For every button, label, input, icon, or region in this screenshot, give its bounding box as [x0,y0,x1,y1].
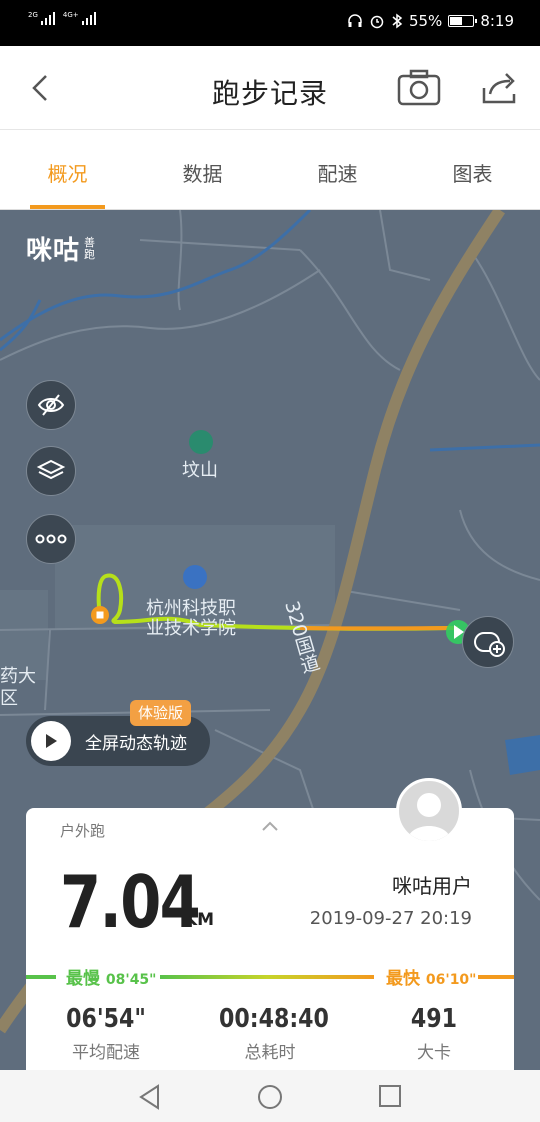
school-icon [183,565,207,589]
slowest-label: 最慢 [66,969,100,989]
distance-unit: KM [184,910,215,930]
more-options-button[interactable] [26,514,76,564]
bluetooth-icon [392,13,403,29]
fastest-label: 最快 [386,969,420,989]
logo-main: 咪咕 [26,236,81,266]
stat-total-time: 00:48:40 总耗时 [210,1004,330,1063]
camera-icon[interactable] [396,68,442,108]
tab-2[interactable]: 配速 [270,130,405,209]
signal-type: 2G [28,11,38,19]
poi-mountain: 坟山 [182,460,218,481]
status-bar: 2G 4G+ 55% 8:19 [0,0,540,46]
headphone-icon [348,14,362,27]
avg-pace-label: 平均配速 [72,1043,140,1063]
route-add-icon [474,632,505,657]
add-route-button[interactable] [462,616,514,668]
poi-school-line2: 业技术学院 [146,618,236,639]
run-date: 2019-09-27 20:19 [309,908,472,929]
tab-3[interactable]: 图表 [405,130,540,209]
fastest-value: 06'10" [425,972,477,988]
calories-label: 大卡 [417,1043,451,1063]
page-title: 跑步记录 [211,77,328,110]
share-icon[interactable] [480,68,520,108]
slowest-value: 08'45" [105,972,157,988]
eye-off-icon [37,394,65,416]
clock: 8:19 [480,12,514,30]
avatar[interactable] [396,778,462,844]
battery-percent: 55% [408,12,443,30]
chevron-up-icon[interactable] [260,820,280,832]
logo-sub: 善跑 [84,235,97,261]
nav-back-icon[interactable] [138,1084,162,1110]
alarm-icon [370,15,384,29]
replay-label: 全屏动态轨迹 [85,733,187,754]
tab-0[interactable]: 概况 [0,130,135,209]
more-dots-icon [35,534,67,544]
stat-avg-pace: 06'54" 平均配速 [56,1004,156,1063]
run-type: 户外跑 [60,822,106,840]
signal-icon-2: 4G+ [63,12,96,25]
hide-track-button[interactable] [26,380,76,430]
signal-icon: 2G [28,12,55,25]
calories-value: 491 [410,1004,458,1034]
slowest-pace: 最慢 08'45" [66,964,156,989]
nav-recents-icon[interactable] [378,1084,402,1108]
battery-icon [448,15,478,27]
app-header: 跑步记录 [0,46,540,130]
map-layers-button[interactable] [26,446,76,496]
edge-label-2: 区 [0,688,18,709]
signal-type-2: 4G+ [62,11,79,19]
fastest-pace: 最快 06'10" [386,964,476,989]
total-time-value: 00:48:40 [219,1004,329,1034]
migu-logo: 咪咕 善跑 [26,230,98,267]
layers-icon [36,459,66,480]
user-name: 咪咕用户 [392,874,472,898]
distance-value: 7.04 [60,860,201,944]
total-time-label: 总耗时 [244,1043,296,1063]
trial-badge: 体验版 [130,700,192,726]
system-nav-bar [0,1070,540,1122]
stat-calories: 491 大卡 [392,1004,476,1063]
nav-home-icon[interactable] [257,1084,283,1110]
play-icon [31,721,71,761]
avg-pace-value: 06'54" [66,1004,146,1034]
tab-bar: 概况 数据 配速 图表 [0,130,540,210]
mountain-icon [189,430,213,454]
tab-1[interactable]: 数据 [135,130,270,209]
